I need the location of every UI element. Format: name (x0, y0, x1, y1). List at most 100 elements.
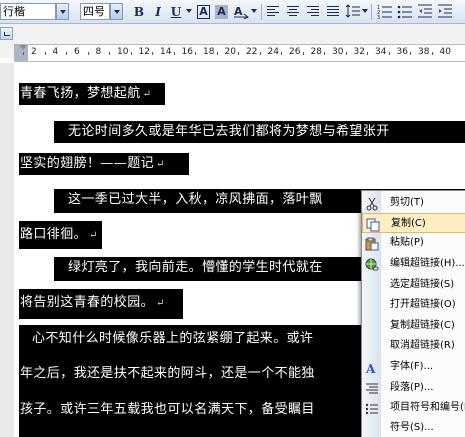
underline-button[interactable]: U (168, 3, 184, 21)
font-icon: A (365, 360, 379, 376)
increase-indent-icon[interactable] (437, 3, 453, 21)
menu-item-label: 复制超链接(C) (390, 320, 455, 331)
font-name-value: 行楷 (3, 5, 25, 18)
font-size-value: 四号 (83, 5, 105, 18)
ruler-tick (281, 52, 283, 55)
doc-line: 绿灯亮了，我向前走。懵懂的学生时代就在 (68, 260, 323, 275)
ruler-number: 32 (353, 47, 365, 57)
align-right-icon[interactable] (307, 6, 319, 17)
menu-item-symbol[interactable]: 符号(S)... (362, 418, 465, 437)
ruler-number: 38 (418, 47, 430, 57)
align-left-icon[interactable] (267, 6, 279, 17)
ruler-number: 22 (246, 47, 258, 57)
menu-item-paragraph[interactable]: 段落(P)... (362, 378, 465, 398)
ruler-tick (87, 52, 89, 55)
tab-selector-button[interactable] (0, 27, 13, 40)
ruler-number: 18 (203, 47, 215, 57)
menu-item-select-hyperlink[interactable]: 选定超链接(S) (362, 275, 465, 295)
italic-button[interactable]: I (150, 3, 166, 21)
scissors-icon (365, 196, 379, 211)
ruler-tick (44, 52, 46, 55)
char-scale-icon[interactable]: A (233, 3, 249, 21)
doc-line: 年之后，我还是扶不起来的阿斗，还是一个不能独 (20, 366, 315, 381)
formatting-toolbar: 行楷 四号 B I U A A A 123 (0, 0, 465, 24)
menu-item-label: 复制(C) (391, 218, 426, 229)
char-scale-dropdown-icon[interactable] (251, 9, 257, 13)
menu-item-cut[interactable]: 剪切(T) (362, 193, 465, 213)
paragraph-icon (365, 381, 379, 395)
ruler-tick (173, 52, 175, 55)
ruler-tick (109, 52, 111, 55)
ruler-number: 16 (181, 47, 193, 57)
font-name-combo[interactable]: 行楷 (0, 3, 56, 20)
menu-item-label: 符号(S)... (390, 422, 434, 433)
menu-item-label: 打开超链接(O) (390, 299, 456, 310)
menu-item-label: 粘贴(P) (390, 237, 424, 248)
menu-item-label: 剪切(T) (390, 197, 424, 208)
document-left-margin (0, 63, 14, 437)
menu-item-label: 取消超链接(R) (390, 340, 455, 351)
ruler-number: 30 (332, 47, 344, 57)
ruler-number: 26 (289, 47, 301, 57)
menu-item-open-hyperlink[interactable]: 打开超链接(O) (362, 295, 465, 315)
font-name-dropdown-button[interactable] (56, 3, 69, 20)
copy-icon (366, 217, 380, 232)
align-center-icon[interactable] (287, 6, 299, 17)
menu-item-label: 编辑超链接(H)... (390, 258, 465, 269)
ruler-number: 4 (52, 47, 59, 57)
ruler-tick (302, 52, 304, 55)
ruler-number: 24 (267, 47, 279, 57)
menu-item-label: 字体(F)... (390, 361, 434, 372)
justify-icon[interactable] (327, 6, 339, 17)
bullets-toolbar-icon[interactable] (397, 3, 413, 21)
menu-item-font[interactable]: A 字体(F)... (362, 357, 465, 377)
ruler-tick (66, 52, 68, 55)
doc-line: 路口徘徊。 ↵ (20, 227, 98, 242)
char-border-button[interactable]: A (197, 5, 210, 19)
ruler-tick (345, 52, 347, 55)
ruler-number: 6 (74, 47, 80, 57)
ruler-tick (367, 52, 369, 55)
char-shading-button[interactable]: A (215, 5, 228, 19)
menu-item-label: 选定超链接(S) (390, 279, 455, 290)
bullets-icon (365, 401, 379, 415)
ruler-tick (238, 52, 240, 55)
doc-line: 无论时间多久或是年华已去我们都将为梦想与希望张开 (68, 124, 390, 139)
ruler-number: 8 (95, 47, 102, 57)
underline-dropdown-icon[interactable] (186, 9, 192, 13)
bold-button[interactable]: B (131, 3, 147, 21)
decrease-indent-icon[interactable] (417, 3, 433, 21)
ruler-number: 28 (310, 47, 322, 57)
ruler-tick (130, 52, 132, 55)
font-size-dropdown-button[interactable] (110, 3, 123, 20)
ruler-tick (23, 52, 25, 55)
svg-text:A: A (365, 362, 376, 375)
horizontal-ruler[interactable]: 2 4 6 8 10 12 14 16 18 20 22 24 26 28 30 32 34 36 38 40 (14, 44, 465, 62)
numbering-icon[interactable]: 123 (377, 3, 393, 21)
menu-item-copy-hyperlink[interactable]: 复制超链接(C) (362, 316, 465, 336)
ruler-tick (410, 52, 412, 55)
menu-item-paste[interactable]: 粘贴(P) (362, 233, 465, 253)
menu-item-remove-hyperlink[interactable]: 取消超链接(R) (362, 336, 465, 356)
menu-item-copy[interactable]: 复制(C) (362, 213, 465, 233)
paste-icon (365, 236, 379, 251)
line-spacing-icon[interactable] (345, 3, 361, 21)
ruler-number: 14 (160, 47, 172, 57)
menu-item-edit-hyperlink[interactable]: 编辑超链接(H)... (362, 254, 465, 274)
doc-line: 孩子。或许三年五载我也可以名满天下，备受瞩目 (20, 402, 315, 417)
menu-item-bullets-numbering[interactable]: 项目符号和编号(N)... (362, 398, 465, 418)
ruler-tick (431, 52, 433, 55)
line-spacing-dropdown-icon[interactable] (362, 9, 368, 13)
menu-item-label: 项目符号和编号(N)... (390, 402, 465, 413)
font-size-combo[interactable]: 四号 (80, 3, 110, 20)
ruler-number: 10 (117, 47, 129, 57)
globe-link-icon (365, 257, 379, 271)
ruler-number: 20 (224, 47, 236, 57)
context-menu: 剪切(T) 复制(C) 粘贴(P) 编辑超链接(H)... 选定超链接(S) 打开超链接(… (361, 190, 465, 437)
ruler-tick (259, 52, 261, 55)
ruler-number: 34 (375, 47, 387, 57)
ruler-number: 36 (396, 47, 408, 57)
toolbar-separator (371, 4, 372, 20)
first-line-indent-marker[interactable] (19, 45, 27, 50)
doc-line: 青春飞扬，梦想起航 ↵ (20, 86, 152, 101)
